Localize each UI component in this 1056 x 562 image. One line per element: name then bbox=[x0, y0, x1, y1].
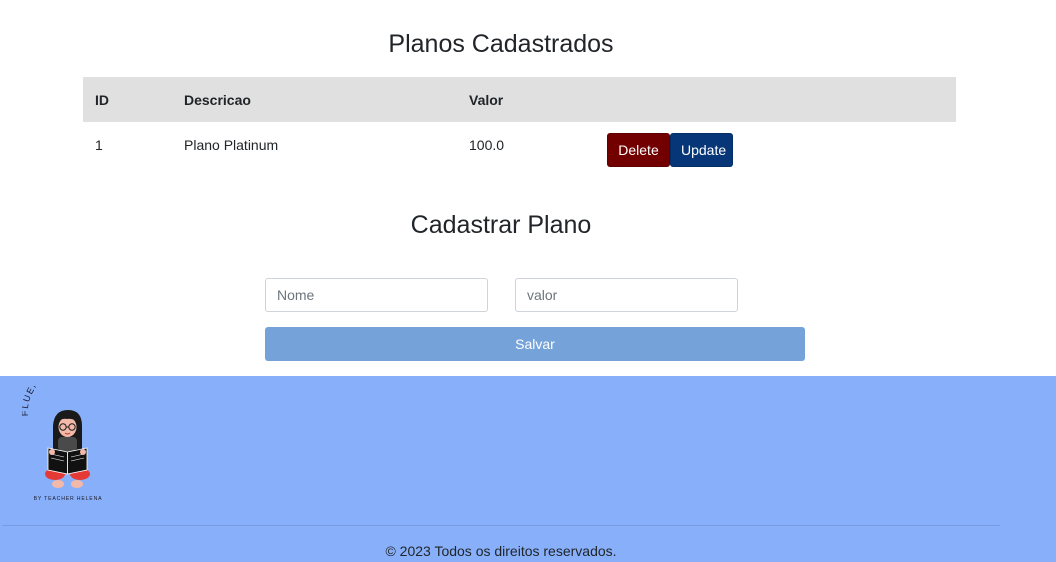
planos-title: Planos Cadastrados bbox=[388, 30, 614, 58]
logo-tagline: BY TEACHER HELENA bbox=[34, 496, 103, 502]
page: Planos Cadastrados ID Descricao Valor 1 … bbox=[0, 0, 1056, 562]
table-header-row: ID Descricao Valor bbox=[83, 77, 956, 122]
cell-valor: 100.0 bbox=[469, 137, 505, 153]
table-header: ID Descricao Valor bbox=[83, 77, 956, 122]
footer-divider bbox=[2, 525, 1000, 526]
cell-actions: Delete Update bbox=[595, 122, 956, 178]
update-button[interactable]: Update bbox=[670, 133, 733, 167]
cell-descricao: Plano Platinum bbox=[184, 137, 279, 153]
salvar-button[interactable]: Salvar bbox=[265, 327, 805, 361]
copyright-text: © 2023 Todos os direitos reservados. bbox=[385, 543, 617, 559]
row-actions: Delete Update bbox=[607, 133, 944, 167]
cell-id: 1 bbox=[95, 137, 103, 153]
table-row: 1 Plano Platinum 100.0 Delete Update bbox=[83, 122, 956, 178]
delete-button[interactable]: Delete bbox=[607, 133, 670, 167]
column-header-descricao: Descricao bbox=[184, 91, 251, 108]
column-header-id: ID bbox=[95, 91, 109, 108]
nome-input[interactable] bbox=[265, 278, 488, 312]
cadastrar-title: Cadastrar Plano bbox=[410, 211, 592, 239]
valor-input[interactable] bbox=[515, 278, 738, 312]
column-header-valor: Valor bbox=[469, 91, 504, 108]
column-header-actions bbox=[595, 77, 956, 122]
table-body: 1 Plano Platinum 100.0 Delete Update bbox=[83, 122, 956, 178]
fluencynow-logo: FLUENCYNOW bbox=[22, 386, 103, 502]
planos-table: ID Descricao Valor 1 Plano Platinum 100.… bbox=[83, 77, 956, 178]
footer: FLUENCYNOW bbox=[0, 376, 1056, 562]
